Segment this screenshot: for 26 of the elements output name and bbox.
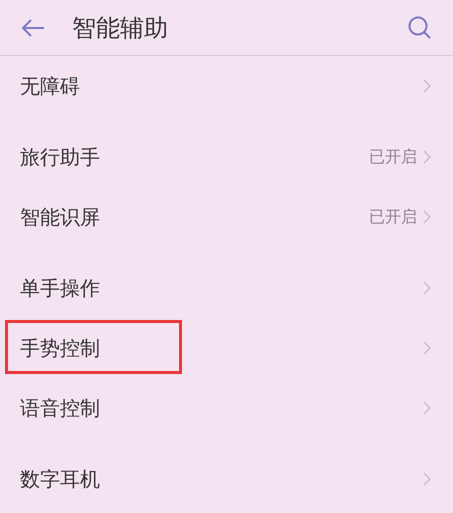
settings-row[interactable]: 智能识屏 已开启 [0, 187, 453, 247]
row-label: 智能识屏 [20, 204, 101, 231]
row-label: 手势控制 [20, 335, 101, 362]
settings-row[interactable]: 旅行助手 已开启 [0, 127, 453, 187]
settings-row[interactable]: 数字耳机 [0, 449, 453, 509]
search-icon[interactable] [407, 14, 433, 40]
row-label: 数字耳机 [20, 466, 101, 493]
chevron-icon [423, 472, 431, 486]
chevron-icon [423, 341, 431, 355]
chevron-icon [423, 150, 431, 164]
row-label: 旅行助手 [20, 144, 101, 171]
chevron-icon [423, 210, 431, 224]
settings-row[interactable]: 无障碍 [0, 56, 453, 116]
chevron-icon [423, 401, 431, 415]
page-title: 智能辅助 [72, 12, 169, 44]
row-label: 单手操作 [20, 275, 101, 302]
status-text: 已开启 [369, 146, 417, 168]
chevron-icon [423, 281, 431, 295]
status-text: 已开启 [369, 206, 417, 228]
settings-row[interactable]: 语音控制 [0, 378, 453, 438]
settings-row[interactable]: 手势控制 [0, 318, 453, 378]
settings-row[interactable]: 单手操作 [0, 258, 453, 318]
row-label: 语音控制 [20, 395, 101, 422]
row-label: 无障碍 [20, 73, 81, 100]
back-arrow-icon[interactable] [20, 16, 46, 38]
chevron-icon [423, 79, 431, 93]
